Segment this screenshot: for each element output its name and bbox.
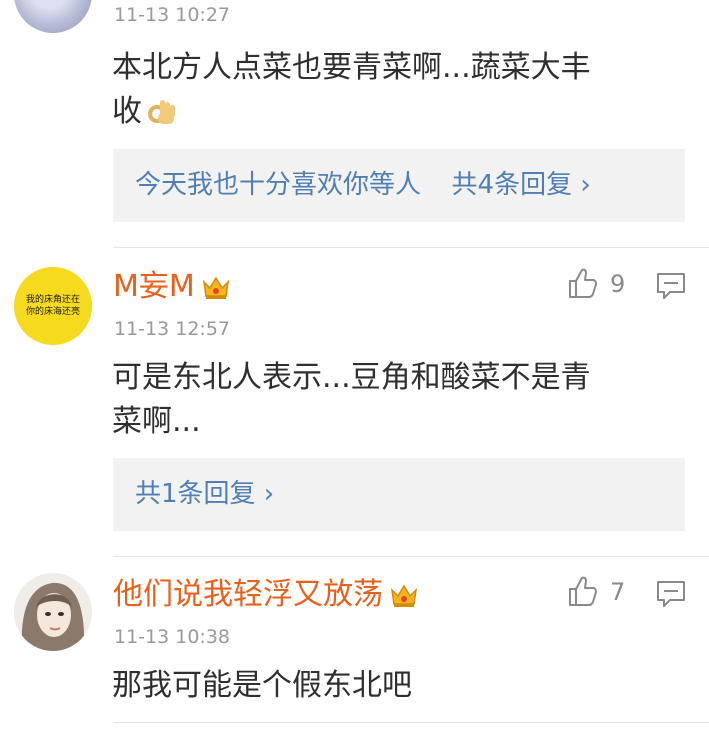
thumbs-up-icon (569, 268, 597, 298)
comment-text-line: 菜啊... (112, 404, 201, 439)
comment-text-line: 本北方人点菜也要青菜啊...蔬菜大丰 (112, 50, 591, 85)
like-button[interactable] (566, 574, 598, 608)
username[interactable]: 他们说我轻浮又放荡 (113, 577, 383, 613)
reply-count-link[interactable]: 共1条回复 › (135, 474, 274, 514)
avatar[interactable] (14, 573, 92, 651)
comment-text: 可是东北人表示...豆角和酸菜不是青 菜啊... (112, 356, 591, 444)
comment-divider (113, 722, 709, 723)
comment-text: 本北方人点菜也要青菜啊...蔬菜大丰 收 (112, 46, 591, 134)
comment-timestamp: 11-13 12:57 (114, 318, 231, 340)
comment-text: 那我可能是个假东北吧 (112, 668, 412, 703)
like-count: 9 (610, 270, 626, 298)
comment-timestamp: 11-13 10:38 (114, 626, 231, 648)
reply-count-link[interactable]: 共4条回复 › (452, 170, 591, 200)
comment-icon (657, 581, 685, 607)
like-count: 7 (610, 578, 626, 606)
comment-text-fragment: 收 (112, 94, 142, 129)
crown-icon (389, 581, 419, 609)
thumbs-up-icon (569, 576, 597, 606)
comment-header: M妄M (113, 269, 231, 305)
reply-preview-text[interactable]: 今天我也十分喜欢你等人 共4条回复 › (135, 165, 591, 205)
avatar[interactable]: 我的床角还在 你的床海还亮 (14, 267, 92, 345)
reply-preview[interactable]: 今天我也十分喜欢你等人 共4条回复 › (113, 149, 685, 222)
comment-header: 他们说我轻浮又放荡 (113, 577, 419, 613)
reply-button[interactable] (656, 580, 686, 608)
reply-preview[interactable]: 共1条回复 › (113, 458, 685, 531)
comment-icon (657, 273, 685, 299)
username[interactable]: M妄M (113, 269, 195, 305)
avatar-text: 你的床海还亮 (25, 307, 80, 317)
comment-text-line: 收 (112, 90, 591, 134)
like-button[interactable] (566, 266, 598, 300)
ok-hand-emoji (146, 96, 178, 128)
avatar[interactable] (14, 0, 92, 33)
reply-author-link[interactable]: 今天我也十分喜欢你等人 (135, 170, 421, 200)
comment-divider (113, 247, 709, 248)
comment-timestamp: 11-13 10:27 (114, 4, 231, 26)
reply-button[interactable] (656, 272, 686, 300)
comment-text-line: 可是东北人表示...豆角和酸菜不是青 (112, 360, 591, 395)
crown-icon (201, 273, 231, 301)
avatar-text: 我的床角还在 (25, 295, 80, 305)
comment-divider (113, 556, 709, 557)
